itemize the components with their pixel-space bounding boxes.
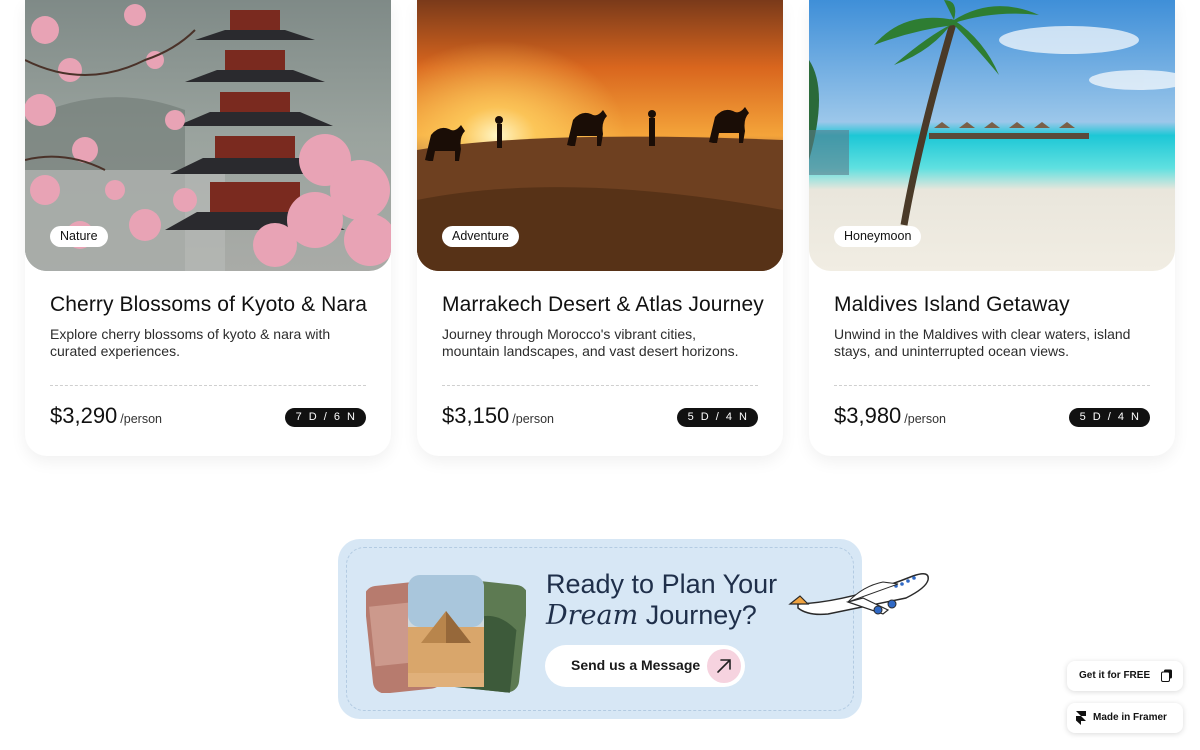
- tour-title[interactable]: Cherry Blossoms of Kyoto & Nara: [50, 293, 367, 317]
- price: $3,980/person: [834, 403, 946, 429]
- tour-card-kyoto[interactable]: Nature Cherry Blossoms of Kyoto & Nara E…: [25, 0, 391, 456]
- price-amount: $3,150: [442, 403, 510, 428]
- send-message-button[interactable]: Send us a Message: [545, 645, 745, 687]
- tour-card-marrakech[interactable]: Adventure Marrakech Desert & Atlas Journ…: [417, 0, 783, 456]
- banner-heading-rest: Journey?: [638, 600, 757, 630]
- divider: [50, 385, 366, 386]
- send-message-label: Send us a Message: [571, 657, 701, 673]
- tour-card-maldives[interactable]: Honeymoon Maldives Island Getaway Unwind…: [809, 0, 1175, 456]
- tour-title[interactable]: Marrakech Desert & Atlas Journey: [442, 293, 764, 317]
- arrow-up-right-icon: [707, 649, 741, 683]
- price-unit: /person: [904, 412, 946, 426]
- divider: [442, 385, 758, 386]
- copy-icon: [1161, 669, 1173, 685]
- category-tag: Adventure: [442, 226, 519, 247]
- tour-description: Unwind in the Maldives with clear waters…: [834, 326, 1131, 359]
- duration-badge: 7 D / 6 N: [284, 408, 366, 427]
- tour-description: Explore cherry blossoms of kyoto & nara …: [50, 326, 331, 359]
- get-it-free-label: Get it for FREE: [1079, 670, 1151, 681]
- airplane-icon: [788, 573, 929, 616]
- get-it-free-badge[interactable]: Get it for FREE: [1067, 661, 1183, 691]
- plan-journey-banner: Ready to Plan Your Dream Journey? Send u…: [338, 539, 862, 719]
- category-tag: Nature: [50, 226, 108, 247]
- made-in-framer-label: Made in Framer: [1093, 712, 1167, 723]
- duration-badge: 5 D / 4 N: [676, 408, 758, 427]
- price-unit: /person: [512, 412, 554, 426]
- price-amount: $3,980: [834, 403, 902, 428]
- framer-logo-icon: [1076, 711, 1086, 728]
- price: $3,150/person: [442, 403, 554, 429]
- price-unit: /person: [120, 412, 162, 426]
- price: $3,290/person: [50, 403, 162, 429]
- divider: [834, 385, 1150, 386]
- photo-stack-illustration: [366, 575, 526, 693]
- banner-heading-line1: Ready to Plan Your: [546, 569, 778, 599]
- banner-heading: Ready to Plan Your Dream Journey?: [546, 569, 777, 631]
- made-in-framer-badge[interactable]: Made in Framer: [1067, 703, 1183, 733]
- tour-description: Journey through Morocco's vibrant cities…: [442, 326, 739, 359]
- price-amount: $3,290: [50, 403, 118, 428]
- duration-badge: 5 D / 4 N: [1068, 408, 1150, 427]
- category-tag: Honeymoon: [834, 226, 922, 247]
- tour-title[interactable]: Maldives Island Getaway: [834, 293, 1070, 317]
- banner-heading-serif: Dream: [546, 600, 639, 631]
